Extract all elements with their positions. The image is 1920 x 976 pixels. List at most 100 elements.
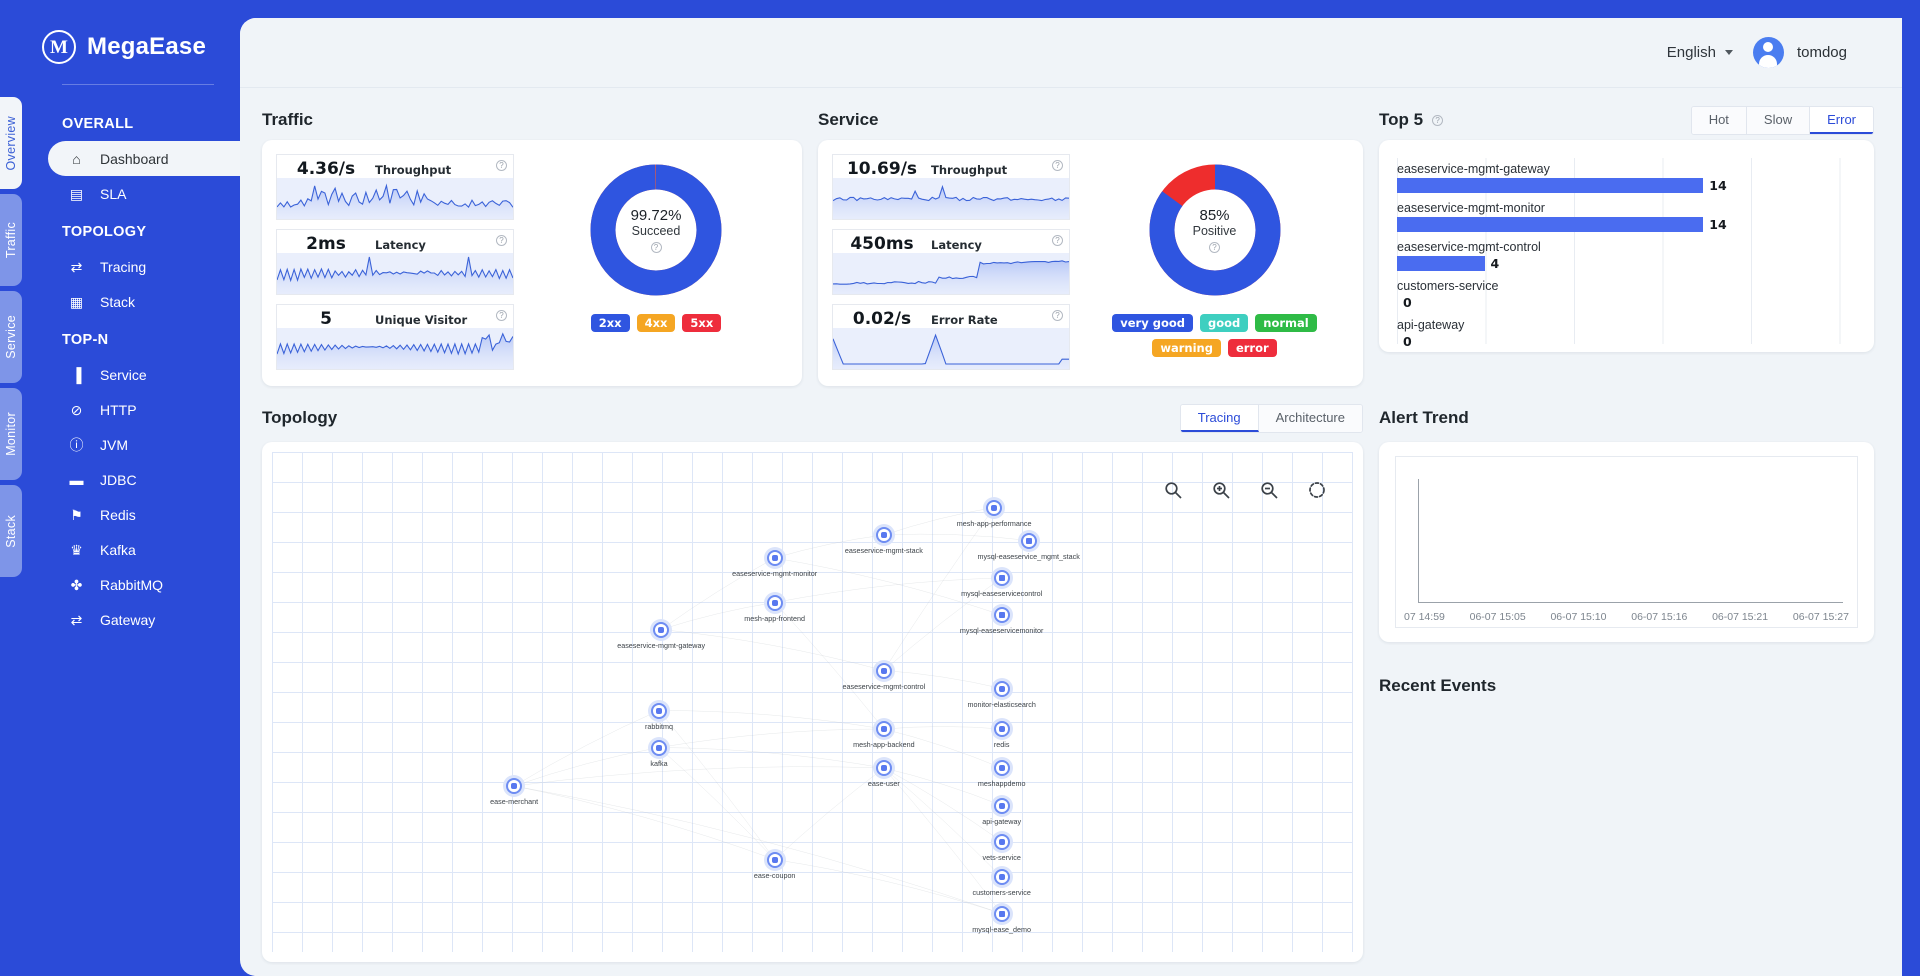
- node-icon: [993, 869, 1010, 885]
- legend-badge-good[interactable]: good: [1200, 314, 1249, 332]
- topology-node[interactable]: mysql-easeservicemonitor: [960, 606, 1043, 635]
- topology-node[interactable]: monitor-elasticsearch: [968, 680, 1036, 709]
- topology-node[interactable]: mesh-app-frontend: [744, 594, 805, 623]
- help-icon[interactable]: ?: [1052, 160, 1063, 171]
- topology-node[interactable]: vets-service: [983, 833, 1021, 862]
- vertical-tab-stack[interactable]: Stack: [0, 485, 22, 577]
- topology-node[interactable]: easeservice-mgmt-stack: [845, 527, 923, 555]
- topology-node-label: ease-merchant: [490, 797, 539, 806]
- sidebar-item-http[interactable]: ⊘ HTTP: [48, 392, 240, 427]
- topology-node[interactable]: mesh-app-performance: [957, 499, 1031, 528]
- topology-node[interactable]: easeservice-mgmt-control: [843, 662, 925, 691]
- topology-node[interactable]: redis: [993, 721, 1010, 749]
- topology-node[interactable]: mysql-easeservicecontrol: [961, 570, 1042, 598]
- sidebar-item-gateway[interactable]: ⇄ Gateway: [48, 602, 240, 637]
- help-icon[interactable]: ?: [1052, 310, 1063, 321]
- alert-trend-x-axis: [1418, 602, 1843, 603]
- top5-bar-label: easeservice-mgmt-monitor: [1397, 201, 1545, 215]
- vertical-tab-label: Overview: [4, 115, 18, 171]
- top5-bar-fill: [1397, 256, 1485, 271]
- help-icon[interactable]: ?: [1209, 242, 1220, 253]
- vertical-tab-service[interactable]: Service: [0, 291, 22, 383]
- topology-node-label: customers-service: [972, 888, 1031, 897]
- sidebar-item-stack[interactable]: ▦ Stack: [48, 284, 240, 319]
- sidebar-nav: OVERALL ⌂ Dashboard ▤ SLA TOPOLOGY ⇄ Tracing ▦ St…: [0, 103, 240, 637]
- help-icon[interactable]: ?: [650, 242, 662, 253]
- zoom-out-icon[interactable]: [1259, 480, 1279, 500]
- sidebar-item-redis[interactable]: ⚑ Redis: [48, 497, 240, 532]
- sidebar-item-dashboard[interactable]: ⌂ Dashboard: [48, 141, 240, 176]
- kafka-icon: ♛: [70, 541, 83, 558]
- help-icon[interactable]: ?: [1052, 235, 1063, 246]
- sidebar-item-jvm[interactable]: ⓘ JVM: [48, 427, 240, 462]
- sidebar-item-service[interactable]: ▐ Service: [48, 357, 240, 392]
- legend-badge-4xx[interactable]: 4xx: [636, 314, 676, 332]
- topology-node[interactable]: customers-service: [973, 869, 1031, 897]
- node-icon: [875, 662, 892, 679]
- reset-icon[interactable]: [1307, 480, 1327, 500]
- tab-architecture[interactable]: Architecture: [1258, 404, 1362, 432]
- topology-node-label: ease-coupon: [753, 870, 796, 880]
- sidebar-item-sla[interactable]: ▤ SLA: [48, 176, 240, 211]
- legend-badge-error[interactable]: error: [1227, 339, 1277, 357]
- topology-node-label: mysql-easeservicecontrol: [961, 589, 1043, 598]
- help-icon[interactable]: ?: [496, 235, 507, 246]
- user-menu[interactable]: tomdog: [1752, 37, 1847, 68]
- search-icon[interactable]: [1163, 480, 1183, 500]
- language-selector[interactable]: English: [1667, 44, 1733, 61]
- help-icon[interactable]: ?: [1432, 114, 1444, 126]
- topology-node[interactable]: ease-merchant: [490, 778, 538, 806]
- top5-bar-chart: easeservice-mgmt-gateway 14 easeservice-mg…: [1397, 162, 1844, 349]
- vertical-tab-strip: Overview Traffic Service Monitor Stack: [0, 97, 22, 582]
- sidebar-divider: [62, 84, 214, 85]
- topology-node[interactable]: meshappdemo: [978, 760, 1025, 788]
- help-icon[interactable]: ?: [496, 160, 507, 171]
- legend-badge-5xx[interactable]: 5xx: [682, 314, 722, 332]
- node-icon: [993, 905, 1010, 922]
- topology-node[interactable]: rabbitmq: [645, 702, 673, 731]
- help-icon[interactable]: ?: [496, 310, 507, 321]
- topology-node[interactable]: mysql-easeservice_mgmt_stack: [978, 532, 1080, 561]
- service-title: Service: [818, 110, 879, 129]
- topology-node-label: easeservice-mgmt-gateway: [617, 640, 706, 650]
- brand-name: MegaEase: [87, 33, 206, 60]
- node-icon: [986, 499, 1003, 516]
- sidebar-item-kafka[interactable]: ♛ Kafka: [48, 532, 240, 567]
- legend-badge-very-good[interactable]: very good: [1112, 314, 1193, 332]
- zoom-in-icon[interactable]: [1211, 480, 1231, 500]
- sidebar-item-tracing[interactable]: ⇄ Tracing: [48, 249, 240, 284]
- sidebar-item-label: Service: [100, 366, 147, 383]
- legend-badge-2xx[interactable]: 2xx: [590, 314, 630, 332]
- service-donut-percent: 85%: [1199, 207, 1230, 224]
- node-icon: [650, 702, 667, 719]
- topology-node[interactable]: mesh-app-backend: [853, 721, 915, 749]
- traffic-donut-area: 99.72% Succeed ? 2xx 4xx 5xx: [522, 154, 790, 370]
- topology-node[interactable]: mysql-ease_demo: [972, 905, 1031, 934]
- metric-card: 2ms Latency?: [276, 229, 514, 295]
- topology-node[interactable]: kafka: [650, 739, 668, 768]
- topology-node[interactable]: easeservice-mgmt-monitor: [732, 550, 817, 578]
- tab-hot[interactable]: Hot: [1691, 106, 1747, 134]
- tab-slow[interactable]: Slow: [1746, 106, 1811, 134]
- topology-node[interactable]: easeservice-mgmt-gateway: [617, 621, 705, 650]
- vertical-tab-monitor[interactable]: Monitor: [0, 388, 22, 480]
- top5-bar-value: 0: [1403, 295, 1412, 310]
- vertical-tab-overview[interactable]: Overview: [0, 97, 22, 189]
- node-icon: [993, 721, 1010, 737]
- topology-node[interactable]: ease-user: [868, 760, 900, 788]
- sidebar-item-jdbc[interactable]: ▬ JDBC: [48, 462, 240, 497]
- topology-node[interactable]: api-gateway: [982, 797, 1021, 826]
- vertical-tab-traffic[interactable]: Traffic: [0, 194, 22, 286]
- tab-error[interactable]: Error: [1810, 106, 1873, 134]
- dashboard-page: M MegaEase OVERALL ⌂ Dashboard ▤ SLA TOPOLOGY…: [0, 0, 1920, 976]
- sidebar-item-rabbitmq[interactable]: ✤ RabbitMQ: [48, 567, 240, 602]
- legend-badge-warning[interactable]: warning: [1152, 339, 1221, 357]
- topology-graph[interactable]: mesh-app-performance easeservice-mgmt-sta…: [272, 452, 1353, 952]
- alert-trend-tick: 06-07 15:27: [1792, 611, 1849, 623]
- legend-badge-normal[interactable]: normal: [1255, 314, 1317, 332]
- brand-logo[interactable]: M MegaEase: [0, 0, 240, 64]
- topology-node[interactable]: ease-coupon: [754, 851, 795, 880]
- metric-value: 0.02/s: [852, 309, 912, 329]
- language-label: English: [1666, 44, 1716, 61]
- tab-tracing[interactable]: Tracing: [1180, 404, 1259, 432]
